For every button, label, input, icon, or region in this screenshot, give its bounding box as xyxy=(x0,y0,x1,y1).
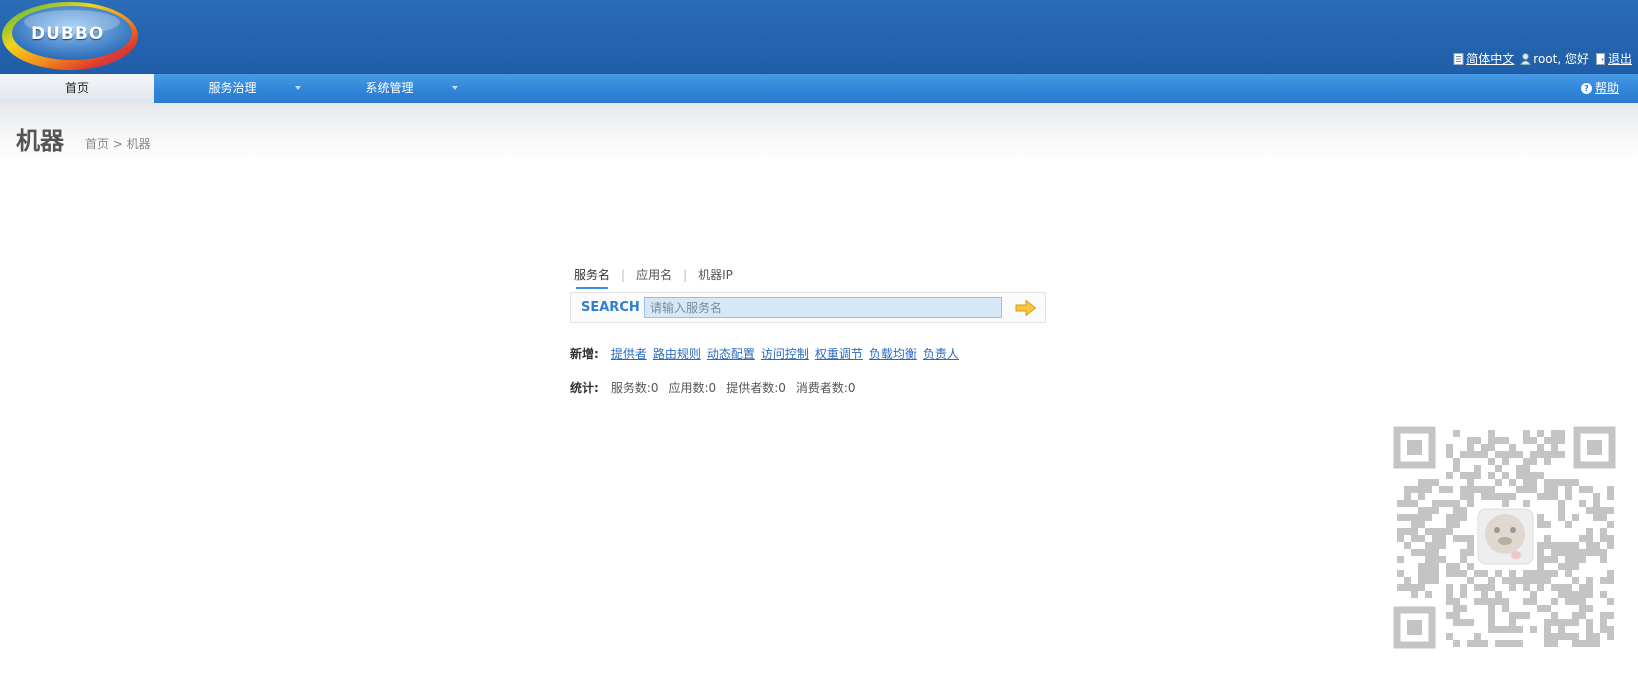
tab-machine-ip[interactable]: 机器IP xyxy=(698,266,733,283)
nav-item-label: 系统管理 xyxy=(365,81,414,95)
create-route-link[interactable]: 路由规则 xyxy=(653,345,701,362)
tab-application-name[interactable]: 应用名 xyxy=(636,266,672,283)
page-title: 机器 xyxy=(16,127,64,155)
stats-row: 统计: 服务数:0 应用数:0 提供者数:0 消费者数:0 xyxy=(570,379,866,396)
create-row: 新增: 提供者 路由规则 动态配置 访问控制 权重调节 负载均衡 负责人 xyxy=(570,345,965,362)
language-link[interactable]: 简体中文 xyxy=(1466,50,1514,67)
main-nav: 首页 服务治理 系统管理 ? 帮助 xyxy=(0,73,1638,103)
language-link-group[interactable]: 简体中文 xyxy=(1453,50,1514,67)
help-icon: ? xyxy=(1580,83,1592,94)
nav-item-home[interactable]: 首页 xyxy=(0,74,154,103)
dubbo-logo[interactable]: DUBBO xyxy=(0,0,142,70)
search-box: SEARCH xyxy=(570,292,1046,323)
document-icon xyxy=(1453,52,1464,65)
create-weight-link[interactable]: 权重调节 xyxy=(815,345,863,362)
user-icon xyxy=(1520,52,1532,65)
stats-label: 统计: xyxy=(570,381,599,395)
exit-door-icon xyxy=(1595,52,1605,65)
nav-item-system-management[interactable]: 系统管理 xyxy=(311,74,468,103)
stat-consumers: 消费者数:0 xyxy=(795,381,856,395)
create-access-control-link[interactable]: 访问控制 xyxy=(761,345,809,362)
create-owner-link[interactable]: 负责人 xyxy=(923,345,959,362)
stat-services: 服务数:0 xyxy=(610,381,659,395)
chevron-down-icon[interactable] xyxy=(452,86,458,90)
logo-text: DUBBO xyxy=(31,24,105,44)
user-greeting-group: root, 您好 xyxy=(1520,50,1589,67)
create-dynamic-config-link[interactable]: 动态配置 xyxy=(707,345,755,362)
header-bar: DUBBO 简体中文 root, 您好 退出 xyxy=(0,0,1638,73)
tab-service-name[interactable]: 服务名 xyxy=(574,266,610,289)
user-greeting: root, 您好 xyxy=(1533,52,1589,66)
create-provider-link[interactable]: 提供者 xyxy=(611,345,647,362)
qr-code-icon xyxy=(1393,426,1616,649)
tab-separator: | xyxy=(621,267,626,282)
nav-item-label: 服务治理 xyxy=(208,81,257,95)
logout-link[interactable]: 退出 xyxy=(1608,50,1632,67)
help-link-group[interactable]: ? 帮助 xyxy=(1580,74,1619,103)
stat-providers: 提供者数:0 xyxy=(726,381,786,395)
chevron-down-icon[interactable] xyxy=(295,86,301,90)
search-tabs: 服务名 | 应用名 | 机器IP xyxy=(574,266,733,289)
search-input[interactable] xyxy=(644,297,1002,318)
breadcrumb: 首页 > 机器 xyxy=(85,137,151,151)
title-band xyxy=(0,103,1638,163)
top-links: 简体中文 root, 您好 退出 xyxy=(1453,50,1632,67)
create-label: 新增: xyxy=(570,347,599,361)
search-label: SEARCH xyxy=(581,300,640,315)
create-load-balance-link[interactable]: 负载均衡 xyxy=(869,345,917,362)
logout-link-group[interactable]: 退出 xyxy=(1595,50,1632,67)
stat-applications: 应用数:0 xyxy=(668,381,717,395)
search-arrow-icon[interactable] xyxy=(1015,299,1037,317)
nav-item-service-governance[interactable]: 服务治理 xyxy=(154,74,311,103)
tab-separator: | xyxy=(683,267,688,282)
help-link[interactable]: 帮助 xyxy=(1595,74,1619,103)
